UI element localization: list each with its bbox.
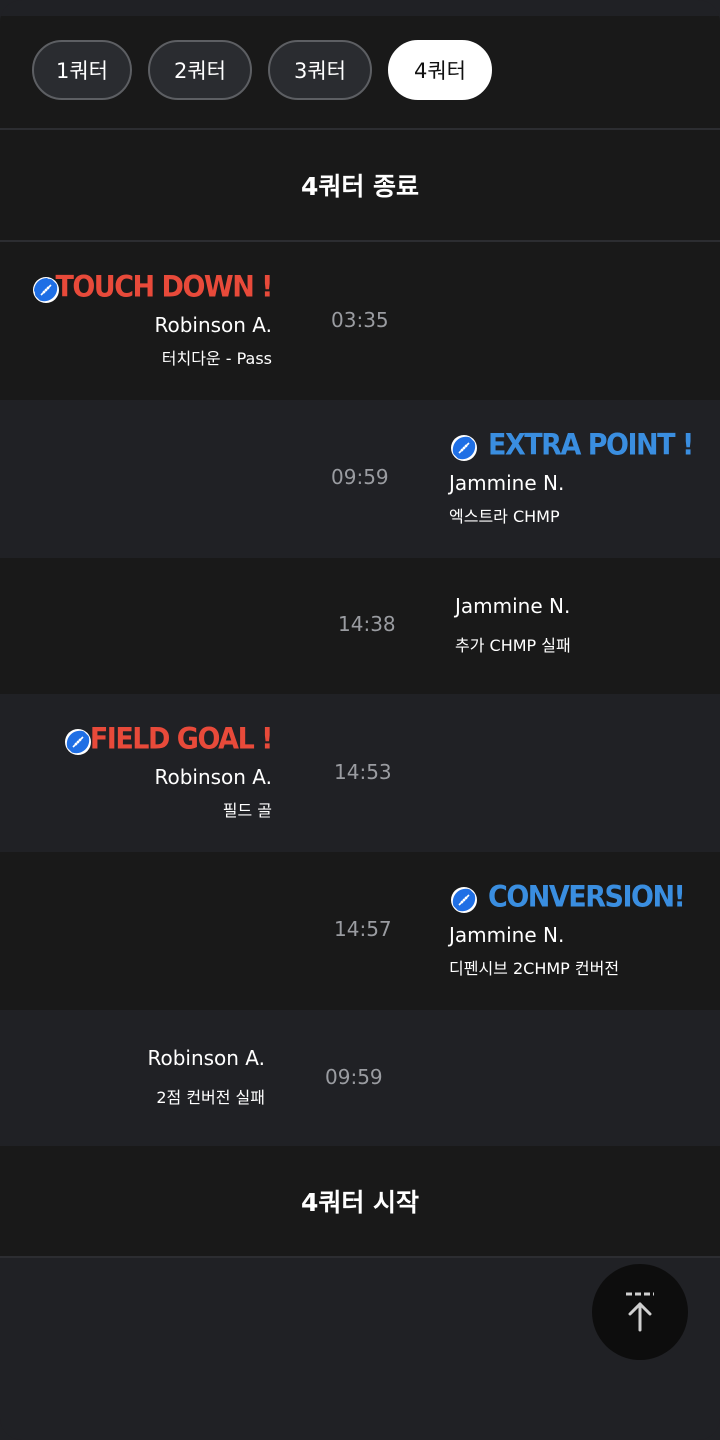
event-time: 14:57 <box>334 917 392 941</box>
event-detail: 터치다운 - Pass <box>161 349 272 368</box>
event-row: TOUCH DOWN ! Robinson A. 터치다운 - Pass 03:… <box>0 242 720 400</box>
event-time: 09:59 <box>331 465 389 489</box>
event-time: 09:59 <box>325 1065 383 1089</box>
event-row: 14:38 Jammine N. 추가 CHMP 실패 <box>0 558 720 694</box>
football-icon <box>65 729 91 755</box>
player-name: Robinson A. <box>154 765 272 789</box>
event-row: 14:57 CONVERSION! Jammine N. 디펜시브 2CHMP … <box>0 852 720 1010</box>
app-frame: 1쿼터 2쿼터 3쿼터 4쿼터 4쿼터 종료 TOUCH DOWN ! Robi… <box>0 0 720 1440</box>
quarter-end-banner: 4쿼터 종료 <box>0 130 720 240</box>
player-name: Jammine N. <box>449 923 565 947</box>
event-headline: FIELD GOAL ! <box>89 722 274 757</box>
event-detail: 2점 컨버전 실패 <box>156 1088 265 1107</box>
player-name: Robinson A. <box>147 1046 265 1070</box>
divider <box>0 1256 720 1258</box>
tab-quarter-1[interactable]: 1쿼터 <box>32 40 132 100</box>
quarter-tab-bar: 1쿼터 2쿼터 3쿼터 4쿼터 <box>0 16 720 128</box>
tab-quarter-3[interactable]: 3쿼터 <box>268 40 372 100</box>
football-icon <box>451 887 477 913</box>
event-time: 14:38 <box>338 612 396 636</box>
event-row: 09:59 EXTRA POINT ! Jammine N. 엑스트라 CHMP <box>0 400 720 558</box>
tab-quarter-2[interactable]: 2쿼터 <box>148 40 252 100</box>
event-detail: 추가 CHMP 실패 <box>455 636 571 655</box>
scroll-top-button[interactable] <box>592 1264 688 1360</box>
event-row: Robinson A. 2점 컨버전 실패 09:59 <box>0 1010 720 1146</box>
arrow-up-to-top-icon <box>626 1292 654 1332</box>
event-detail: 엑스트라 CHMP <box>449 507 560 526</box>
event-time: 14:53 <box>334 760 392 784</box>
player-name: Jammine N. <box>449 471 565 495</box>
quarter-start-label: 4쿼터 시작 <box>300 1188 420 1217</box>
event-detail: 디펜시브 2CHMP 컨버전 <box>449 959 620 978</box>
event-time: 03:35 <box>331 308 389 332</box>
player-name: Robinson A. <box>154 313 272 337</box>
event-row: FIELD GOAL ! Robinson A. 필드 골 14:53 <box>0 694 720 852</box>
quarter-start-banner: 4쿼터 시작 <box>0 1146 720 1256</box>
event-headline: CONVERSION! <box>488 880 686 915</box>
player-name: Jammine N. <box>455 594 571 618</box>
event-headline: TOUCH DOWN ! <box>55 270 273 305</box>
football-icon <box>451 435 477 461</box>
tab-quarter-4[interactable]: 4쿼터 <box>388 40 492 100</box>
event-detail: 필드 골 <box>222 801 272 820</box>
quarter-end-label: 4쿼터 종료 <box>300 172 420 201</box>
event-headline: EXTRA POINT ! <box>488 428 694 463</box>
